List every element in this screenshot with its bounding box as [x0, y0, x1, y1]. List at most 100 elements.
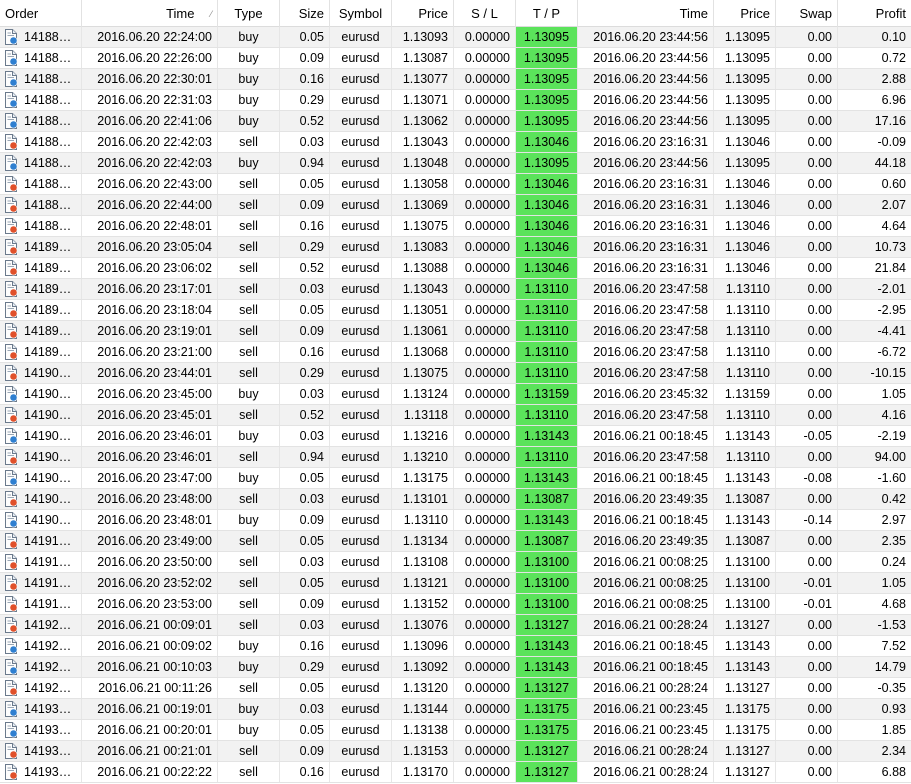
table-row[interactable]: 141886... 2016.06.20 22:43:00 sell 0.05 …: [0, 174, 911, 195]
column-header-profit[interactable]: Profit: [838, 0, 911, 27]
symbol: eurusd: [330, 615, 392, 635]
table-row[interactable]: 141897... 2016.06.20 23:21:00 sell 0.16 …: [0, 342, 911, 363]
table-row[interactable]: 141934... 2016.06.21 00:21:01 sell 0.09 …: [0, 741, 911, 762]
order-cell: 141934...: [0, 741, 82, 761]
table-row[interactable]: 141896... 2016.06.20 23:17:01 sell 0.03 …: [0, 279, 911, 300]
lot-size: 0.05: [280, 573, 330, 593]
column-header-open-time[interactable]: Time ⁄: [82, 0, 218, 27]
table-row[interactable]: 141894... 2016.06.20 23:06:02 sell 0.52 …: [0, 258, 911, 279]
table-row[interactable]: 141924... 2016.06.21 00:09:01 sell 0.03 …: [0, 615, 911, 636]
column-header-swap[interactable]: Swap: [776, 0, 838, 27]
lot-size: 0.94: [280, 153, 330, 173]
table-row[interactable]: 141934... 2016.06.21 00:20:01 buy 0.05 e…: [0, 720, 911, 741]
table-row[interactable]: 141882... 2016.06.20 22:24:00 buy 0.05 e…: [0, 27, 911, 48]
column-header-close-time[interactable]: Time: [578, 0, 714, 27]
order-type: sell: [218, 342, 280, 362]
column-header-close-price[interactable]: Price: [714, 0, 776, 27]
stop-loss: 0.00000: [454, 405, 516, 425]
open-time: 2016.06.21 00:21:01: [82, 741, 218, 761]
take-profit: 1.13159: [516, 384, 578, 404]
order-number: 141908...: [24, 513, 76, 527]
sell-order-icon: [4, 617, 18, 633]
lot-size: 0.29: [280, 90, 330, 110]
table-row[interactable]: 141925... 2016.06.21 00:10:03 buy 0.29 e…: [0, 657, 911, 678]
column-header-tp[interactable]: T / P: [516, 0, 578, 27]
table-row[interactable]: 141885... 2016.06.20 22:41:06 buy 0.52 e…: [0, 111, 911, 132]
table-row[interactable]: 141886... 2016.06.20 22:42:03 sell 0.03 …: [0, 132, 911, 153]
table-row[interactable]: 141887... 2016.06.20 22:48:01 sell 0.16 …: [0, 216, 911, 237]
lot-size: 0.16: [280, 762, 330, 782]
table-row[interactable]: 141904... 2016.06.20 23:45:00 buy 0.03 e…: [0, 384, 911, 405]
profit: -2.19: [877, 429, 907, 443]
order-type: sell: [218, 216, 280, 236]
open-time: 2016.06.21 00:19:01: [82, 699, 218, 719]
stop-loss: 0.00000: [454, 174, 516, 194]
swap: 0.00: [776, 363, 838, 383]
table-row[interactable]: 141884... 2016.06.20 22:31:03 buy 0.29 e…: [0, 90, 911, 111]
symbol: eurusd: [330, 132, 392, 152]
symbol: eurusd: [330, 342, 392, 362]
close-price: 1.13095: [714, 27, 776, 47]
order-cell: 141913...: [0, 594, 82, 614]
table-row[interactable]: 141908... 2016.06.20 23:48:00 sell 0.03 …: [0, 489, 911, 510]
table-row[interactable]: 141896... 2016.06.20 23:19:01 sell 0.09 …: [0, 321, 911, 342]
close-price: 1.13095: [714, 153, 776, 173]
table-row[interactable]: 141928... 2016.06.21 00:11:26 sell 0.05 …: [0, 678, 911, 699]
table-row[interactable]: 141896... 2016.06.20 23:18:04 sell 0.05 …: [0, 300, 911, 321]
table-row[interactable]: 141893... 2016.06.20 23:05:04 sell 0.29 …: [0, 237, 911, 258]
lot-size: 0.03: [280, 699, 330, 719]
swap: 0.00: [776, 111, 838, 131]
column-header-price[interactable]: Price: [392, 0, 454, 27]
take-profit: 1.13095: [516, 27, 578, 47]
profit: -1.53: [877, 618, 907, 632]
column-header-symbol[interactable]: Symbol: [330, 0, 392, 27]
order-type: sell: [218, 762, 280, 782]
table-row[interactable]: 141924... 2016.06.21 00:09:02 buy 0.16 e…: [0, 636, 911, 657]
table-row[interactable]: 141886... 2016.06.20 22:42:03 buy 0.94 e…: [0, 153, 911, 174]
column-header-type[interactable]: Type: [218, 0, 280, 27]
swap: 0.00: [776, 279, 838, 299]
table-row[interactable]: 141912... 2016.06.20 23:52:02 sell 0.05 …: [0, 573, 911, 594]
table-row[interactable]: 141883... 2016.06.20 22:26:00 buy 0.09 e…: [0, 48, 911, 69]
open-price: 1.13121: [392, 573, 454, 593]
sell-order-icon: [4, 596, 18, 612]
stop-loss: 0.00000: [454, 720, 516, 740]
open-price: 1.13048: [392, 153, 454, 173]
order-type: buy: [218, 426, 280, 446]
take-profit: 1.13127: [516, 762, 578, 782]
column-header-order[interactable]: Order: [0, 0, 82, 27]
table-row[interactable]: 141907... 2016.06.20 23:47:00 buy 0.05 e…: [0, 468, 911, 489]
table-row[interactable]: 141908... 2016.06.20 23:48:01 buy 0.09 e…: [0, 510, 911, 531]
column-header-sl[interactable]: S / L: [454, 0, 516, 27]
table-row[interactable]: 141904... 2016.06.20 23:45:01 sell 0.52 …: [0, 405, 911, 426]
table-row[interactable]: 141933... 2016.06.21 00:19:01 buy 0.03 e…: [0, 699, 911, 720]
table-row[interactable]: 141906... 2016.06.20 23:46:01 sell 0.94 …: [0, 447, 911, 468]
profit: 1.05: [881, 576, 906, 590]
sell-order-icon: [4, 323, 18, 339]
profit: 1.05: [881, 387, 906, 401]
order-type: buy: [218, 111, 280, 131]
table-row[interactable]: 141886... 2016.06.20 22:44:00 sell 0.09 …: [0, 195, 911, 216]
table-header: Order Time ⁄ Type Size Symbol Price S / L…: [0, 0, 911, 27]
order-cell: 141924...: [0, 636, 82, 656]
column-header-size[interactable]: Size: [280, 0, 330, 27]
stop-loss: 0.00000: [454, 237, 516, 257]
trade-history-table: Order Time ⁄ Type Size Symbol Price S / L…: [0, 0, 911, 784]
lot-size: 0.03: [280, 426, 330, 446]
swap: 0.00: [776, 552, 838, 572]
table-row[interactable]: 141903... 2016.06.20 23:44:01 sell 0.29 …: [0, 363, 911, 384]
close-price: 1.13095: [714, 90, 776, 110]
symbol: eurusd: [330, 363, 392, 383]
table-row[interactable]: 141910... 2016.06.20 23:50:00 sell 0.03 …: [0, 552, 911, 573]
table-row[interactable]: 141884... 2016.06.20 22:30:01 buy 0.16 e…: [0, 69, 911, 90]
close-time: 2016.06.21 00:18:45: [578, 468, 714, 488]
lot-size: 0.05: [280, 174, 330, 194]
table-row[interactable]: 141935... 2016.06.21 00:22:22 sell 0.16 …: [0, 762, 911, 783]
table-row[interactable]: 141906... 2016.06.20 23:46:01 buy 0.03 e…: [0, 426, 911, 447]
swap: -0.14: [776, 510, 838, 530]
table-row[interactable]: 141913... 2016.06.20 23:53:00 sell 0.09 …: [0, 594, 911, 615]
buy-order-icon: [4, 386, 18, 402]
table-row[interactable]: 141910... 2016.06.20 23:49:00 sell 0.05 …: [0, 531, 911, 552]
sell-order-icon: [4, 281, 18, 297]
take-profit: 1.13095: [516, 90, 578, 110]
